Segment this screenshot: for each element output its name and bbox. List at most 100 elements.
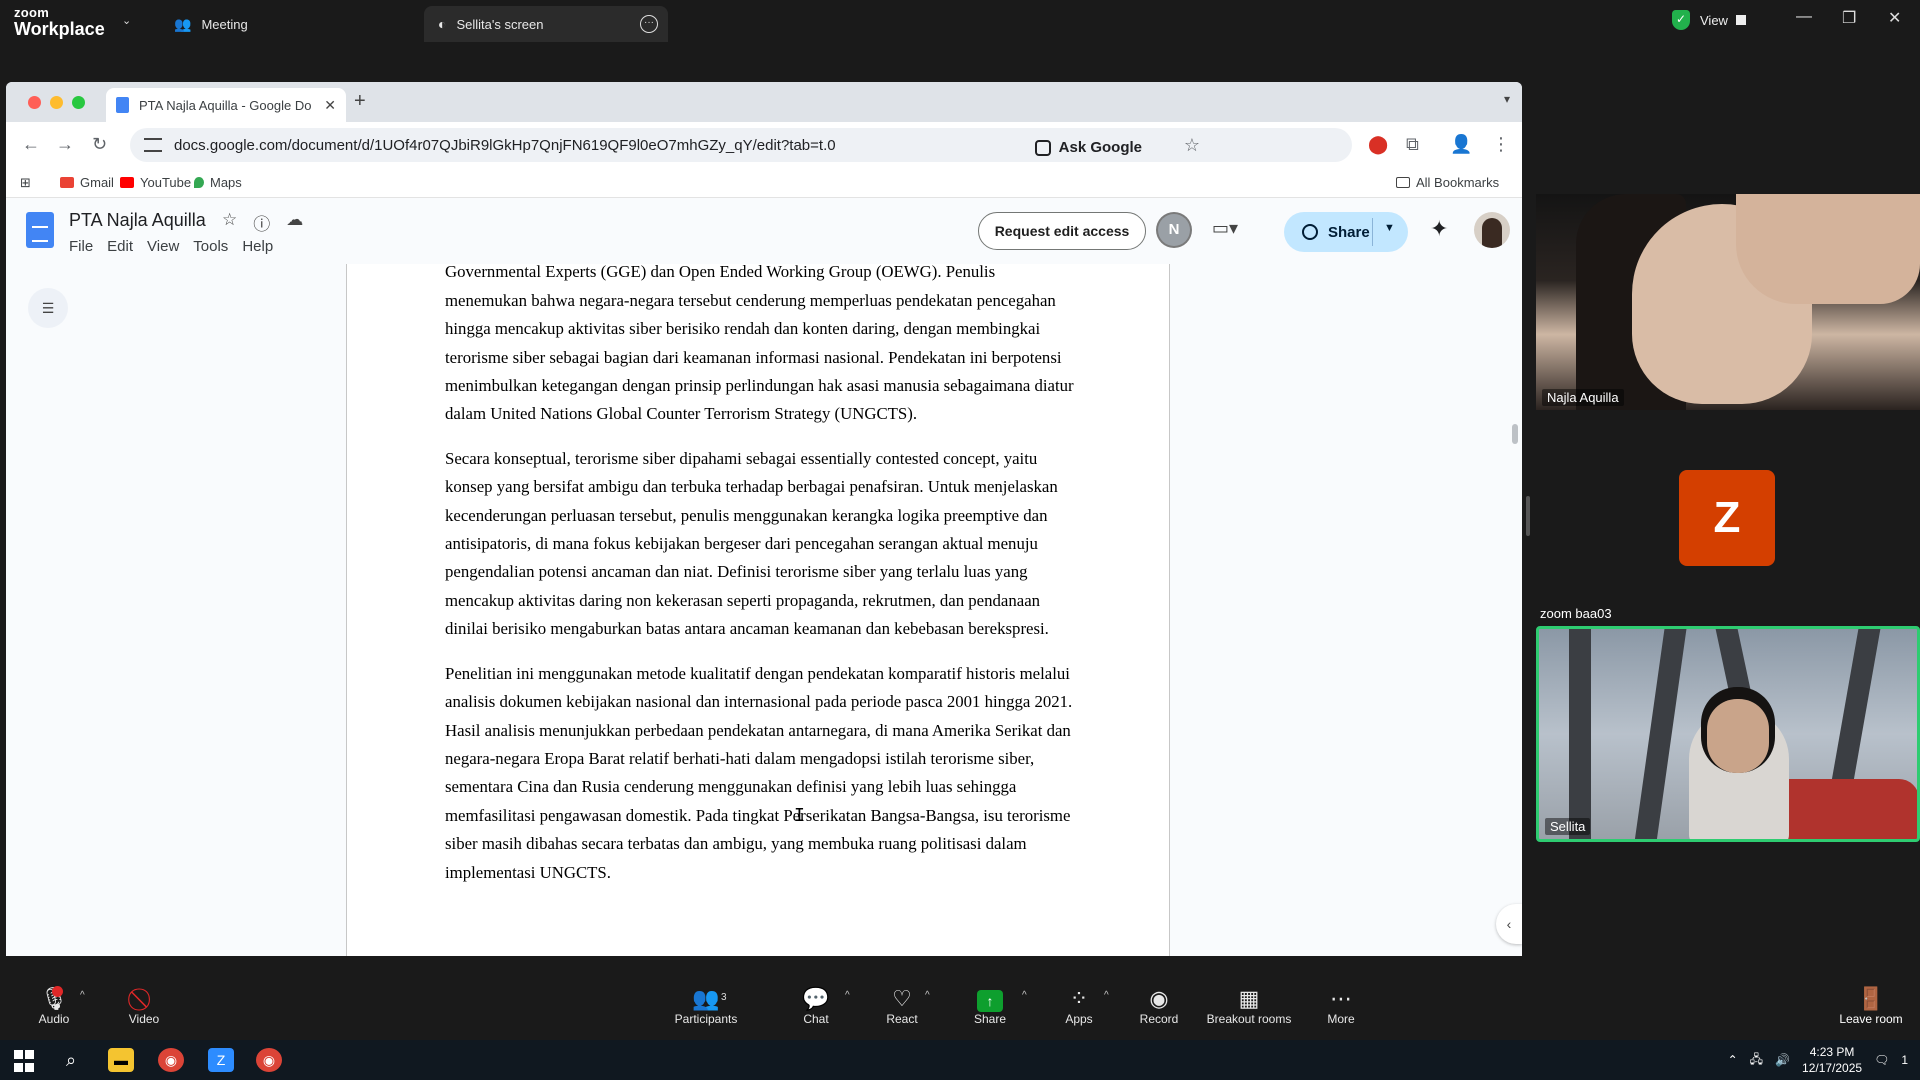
zoom-logo-line1: zoom (14, 5, 50, 20)
ask-google-label: Ask Google (1058, 139, 1142, 156)
document-page[interactable]: diatur ... ... ... ... ... ... dinegosia… (346, 264, 1170, 956)
menu-file[interactable]: File (69, 238, 93, 255)
video-button[interactable]: ⃠ Video (124, 986, 164, 1026)
new-tab-icon[interactable]: + (354, 90, 366, 113)
youtube-icon (120, 177, 134, 188)
chevron-down-icon[interactable]: ⌄ (122, 14, 131, 27)
network-icon[interactable]: 🖧 (1750, 1050, 1763, 1071)
clock[interactable]: 4:23 PM 12/17/2025 (1802, 1044, 1862, 1076)
vertical-scrollbar[interactable] (1512, 424, 1518, 444)
bookmark-maps[interactable]: Maps (194, 175, 242, 190)
bookmark-star-icon[interactable]: ☆ (1184, 135, 1200, 156)
browser-tab-title: PTA Najla Aquilla - Google Do (139, 97, 312, 113)
browser-tab-docs[interactable]: PTA Najla Aquilla - Google Do ✕ (106, 88, 346, 122)
participants-label: Participants (674, 1012, 738, 1026)
gemini-sparkle-icon[interactable]: ✦ (1430, 216, 1448, 242)
extensions-puzzle-icon[interactable]: ⧉ (1406, 134, 1419, 155)
google-docs-favicon-icon (116, 97, 129, 113)
share-screen-button[interactable]: ↑ Share (970, 986, 1010, 1026)
google-docs-logo-icon[interactable] (26, 212, 54, 248)
tab-shared-screen[interactable]: ◐ Sellita's screen ··· (424, 6, 668, 42)
apps-grid-icon[interactable]: ⊞ (20, 175, 31, 191)
info-icon[interactable]: ⓘ (253, 210, 270, 235)
zoom-workplace-logo[interactable]: zoom Workplace (14, 6, 105, 38)
profile-avatar-icon[interactable]: 👤 (1450, 134, 1472, 155)
record-button[interactable]: ◉ Record (1138, 986, 1180, 1026)
document-text[interactable]: diatur ... ... ... ... ... ... dinegosia… (445, 264, 1079, 903)
bookmark-gmail[interactable]: Gmail (60, 175, 114, 190)
meet-video-icon[interactable]: ▭▾ (1212, 218, 1238, 239)
apps-button[interactable]: ⁘ Apps (1064, 986, 1094, 1026)
participant-video-najla[interactable]: Najla Aquilla (1536, 194, 1920, 410)
request-edit-access-button[interactable]: Request edit access (978, 212, 1146, 250)
tab-meeting-label: Meeting (201, 16, 248, 32)
user-profile-avatar[interactable] (1474, 212, 1510, 248)
search-icon[interactable]: ⌕ (58, 1048, 84, 1072)
menu-help[interactable]: Help (242, 238, 273, 255)
collaborator-avatar[interactable]: N (1158, 214, 1190, 246)
paragraph-1[interactable]: diatur ... ... ... ... ... ... dinegosia… (445, 264, 1079, 429)
apps-grid-icon: ⁘ (1069, 986, 1089, 1011)
notifications-icon[interactable]: 🗨 (1874, 1053, 1889, 1067)
more-button[interactable]: ⋯ More (1324, 986, 1358, 1026)
leave-door-icon: 🚪 (1857, 986, 1885, 1011)
extension-record-icon[interactable]: ⬤ (1368, 134, 1388, 155)
reload-icon[interactable]: ↻ (92, 134, 107, 155)
react-button[interactable]: ♡ React (882, 986, 922, 1026)
participant-name: Sellita (1545, 818, 1591, 835)
leave-room-button[interactable]: 🚪 Leave room (1838, 986, 1904, 1026)
site-info-icon[interactable] (144, 138, 162, 152)
close-icon[interactable]: ✕ (1888, 8, 1901, 28)
share-button[interactable]: Share ▼ (1284, 212, 1408, 252)
encryption-shield-icon[interactable]: ✓ (1672, 10, 1690, 30)
restore-icon[interactable]: ❐ (1842, 8, 1856, 28)
share-dropdown-icon[interactable]: ▼ (1384, 222, 1395, 234)
chrome-menu-icon[interactable]: ⋮ (1492, 134, 1510, 155)
bookmark-youtube[interactable]: YouTube (120, 175, 191, 190)
zoom-dot-icon[interactable] (72, 96, 85, 109)
chrome-icon[interactable]: ◉ (158, 1048, 184, 1072)
paragraph-2[interactable]: Secara konseptual, terorisme siber dipah… (445, 445, 1079, 644)
all-bookmarks-button[interactable]: All Bookmarks (1396, 175, 1499, 190)
record-icon: ◉ (1149, 986, 1169, 1011)
breakout-rooms-button[interactable]: ▦ Breakout rooms (1204, 986, 1294, 1026)
address-bar[interactable]: docs.google.com/document/d/1UOf4r07QJbiR… (130, 128, 1352, 162)
chat-button[interactable]: 💬 Chat (798, 986, 834, 1026)
view-button[interactable]: View (1700, 13, 1746, 28)
react-smiley-icon: ♡ (892, 986, 912, 1011)
ask-google-button[interactable]: Ask Google (1034, 139, 1142, 156)
document-outline-icon[interactable]: ☰ (28, 288, 68, 328)
cloud-status-icon[interactable]: ☁ (286, 210, 303, 235)
breakout-rooms-label: Breakout rooms (1206, 1012, 1292, 1026)
tray-overflow-icon[interactable]: ⌃ (1728, 1053, 1738, 1067)
windows-start-icon[interactable] (14, 1050, 40, 1074)
zoom-app-icon[interactable]: Z (208, 1048, 234, 1072)
docs-canvas: ☰ diatur ... ... ... ... ... ... dinegos… (6, 264, 1522, 956)
menu-view[interactable]: View (147, 238, 179, 255)
menu-edit[interactable]: Edit (107, 238, 133, 255)
chat-bubble-icon: 💬 (802, 986, 830, 1011)
minimize-dot-icon[interactable] (50, 96, 63, 109)
file-explorer-icon[interactable]: ▬ (108, 1048, 134, 1072)
paragraph-3[interactable]: Penelitian ini menggunakan metode kualit… (445, 660, 1079, 887)
close-dot-icon[interactable] (28, 96, 41, 109)
tab-close-icon[interactable]: ✕ (324, 97, 336, 114)
volume-icon[interactable]: 🔊 (1775, 1053, 1790, 1067)
panel-resize-handle[interactable] (1526, 496, 1530, 536)
participant-name: Najla Aquilla (1542, 389, 1624, 406)
document-title[interactable]: PTA Najla Aquilla (69, 210, 206, 231)
more-options-icon[interactable]: ··· (640, 15, 658, 33)
tab-meeting[interactable]: 👥 Meeting (160, 6, 262, 42)
back-arrow-icon[interactable]: ← (22, 134, 40, 155)
minimize-icon[interactable]: — (1796, 8, 1812, 26)
star-icon[interactable]: ☆ (222, 210, 237, 235)
side-panel-collapse-icon[interactable]: ‹ (1496, 904, 1522, 944)
participant-video-sellita[interactable]: Sellita (1536, 626, 1920, 842)
more-ellipsis-icon: ⋯ (1330, 986, 1352, 1011)
chrome-profile-icon[interactable]: ◉ (256, 1048, 282, 1072)
tab-search-chevron-icon[interactable]: ▾ (1504, 92, 1510, 106)
participants-button[interactable]: 👥 Participants (674, 986, 738, 1026)
video-frame-part (1633, 629, 1687, 839)
menu-tools[interactable]: Tools (193, 238, 228, 255)
forward-arrow-icon[interactable]: → (56, 134, 74, 155)
